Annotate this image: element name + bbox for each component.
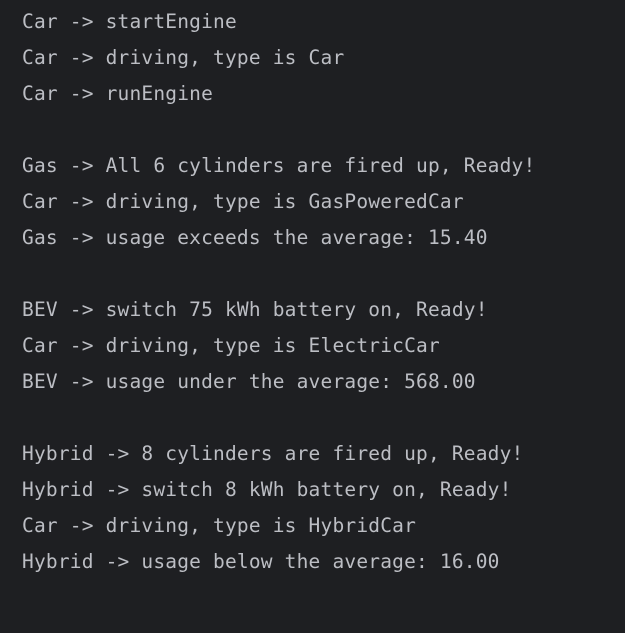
console-line: Gas -> All 6 cylinders are fired up, Rea… (22, 154, 536, 177)
console-line: Hybrid -> 8 cylinders are fired up, Read… (22, 442, 524, 465)
console-line: Car -> driving, type is GasPoweredCar (22, 190, 464, 213)
console-line: Car -> startEngine (22, 10, 237, 33)
console-line: Car -> driving, type is ElectricCar (22, 334, 440, 357)
console-line: Hybrid -> switch 8 kWh battery on, Ready… (22, 478, 512, 501)
console-output[interactable]: Car -> startEngine Car -> driving, type … (0, 0, 625, 633)
console-line: BEV -> usage under the average: 568.00 (22, 370, 476, 393)
console-line: Gas -> usage exceeds the average: 15.40 (22, 226, 488, 249)
console-line: Car -> runEngine (22, 82, 214, 105)
console-line: Car -> driving, type is Car (22, 46, 345, 69)
console-line: Car -> driving, type is HybridCar (22, 514, 417, 537)
console-line: Hybrid -> usage below the average: 16.00 (22, 550, 500, 573)
console-line: BEV -> switch 75 kWh battery on, Ready! (22, 298, 488, 321)
